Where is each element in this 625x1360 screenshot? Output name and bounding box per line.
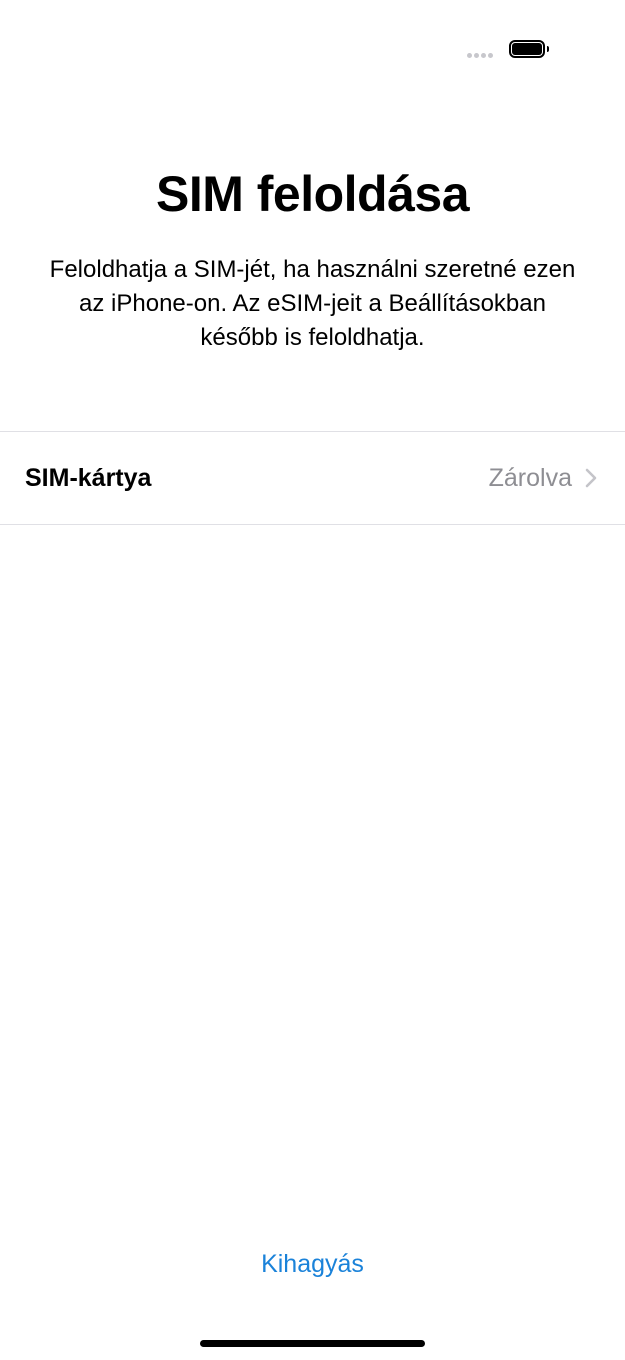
sim-card-label: SIM-kártya — [25, 464, 152, 492]
status-bar — [0, 0, 625, 80]
page-title: SIM feloldása — [155, 166, 470, 222]
sim-list: SIM-kártya Zárolva — [0, 431, 625, 525]
home-indicator[interactable] — [200, 1340, 425, 1347]
chevron-right-icon — [585, 468, 597, 488]
skip-button[interactable]: Kihagyás — [0, 1244, 625, 1284]
sim-card-status: Zárolva — [488, 464, 572, 492]
bottom-divider — [0, 524, 625, 525]
page-description: Feloldhatja a SIM-jét, ha használni szer… — [49, 256, 576, 351]
sim-card-row[interactable]: SIM-kártya Zárolva — [0, 432, 625, 524]
battery-icon — [509, 40, 549, 58]
signal-dots-icon — [467, 53, 493, 58]
